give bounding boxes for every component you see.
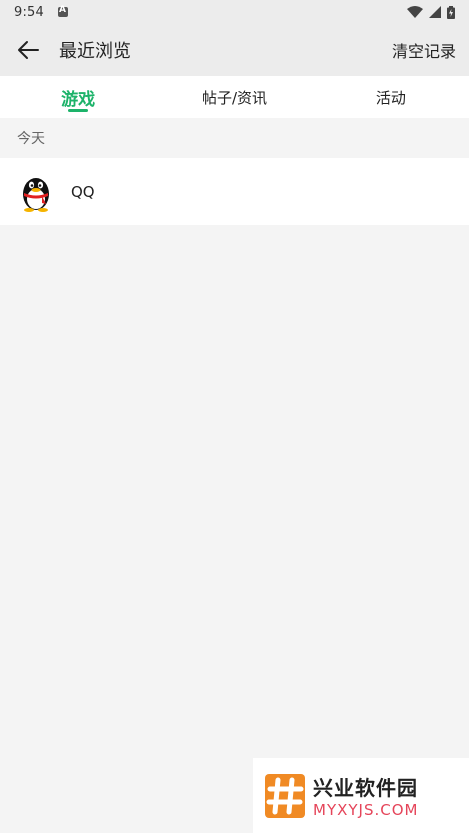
wifi-icon xyxy=(407,6,423,18)
watermark-cn: 兴业软件园 xyxy=(313,776,418,800)
battery-icon xyxy=(447,5,455,19)
section-header-today: 今天 xyxy=(17,131,45,147)
status-icons xyxy=(407,5,455,19)
watermark: 兴业软件园 MYXYJS.COM xyxy=(253,758,469,833)
back-button[interactable] xyxy=(0,24,56,76)
page-title: 最近浏览 xyxy=(59,41,131,62)
tab-events[interactable]: 活动 xyxy=(313,76,469,118)
app-bar: 最近浏览 清空记录 xyxy=(0,24,469,76)
status-bar: 9:54 xyxy=(0,0,469,24)
tab-bar: 游戏 帖子/资讯 活动 xyxy=(0,76,469,118)
notification-icon xyxy=(58,5,68,17)
watermark-en: MYXYJS.COM xyxy=(313,801,419,819)
qq-penguin-icon xyxy=(23,177,49,212)
item-name: QQ xyxy=(71,182,95,201)
hash-logo-icon xyxy=(265,773,305,818)
tab-posts-news[interactable]: 帖子/资讯 xyxy=(156,76,312,118)
signal-icon xyxy=(429,6,441,18)
tab-games[interactable]: 游戏 xyxy=(0,76,156,118)
list-item[interactable]: QQ xyxy=(0,158,469,225)
arrow-left-icon xyxy=(18,41,39,59)
clear-history-button[interactable]: 清空记录 xyxy=(392,38,456,62)
status-time: 9:54 xyxy=(14,4,44,20)
